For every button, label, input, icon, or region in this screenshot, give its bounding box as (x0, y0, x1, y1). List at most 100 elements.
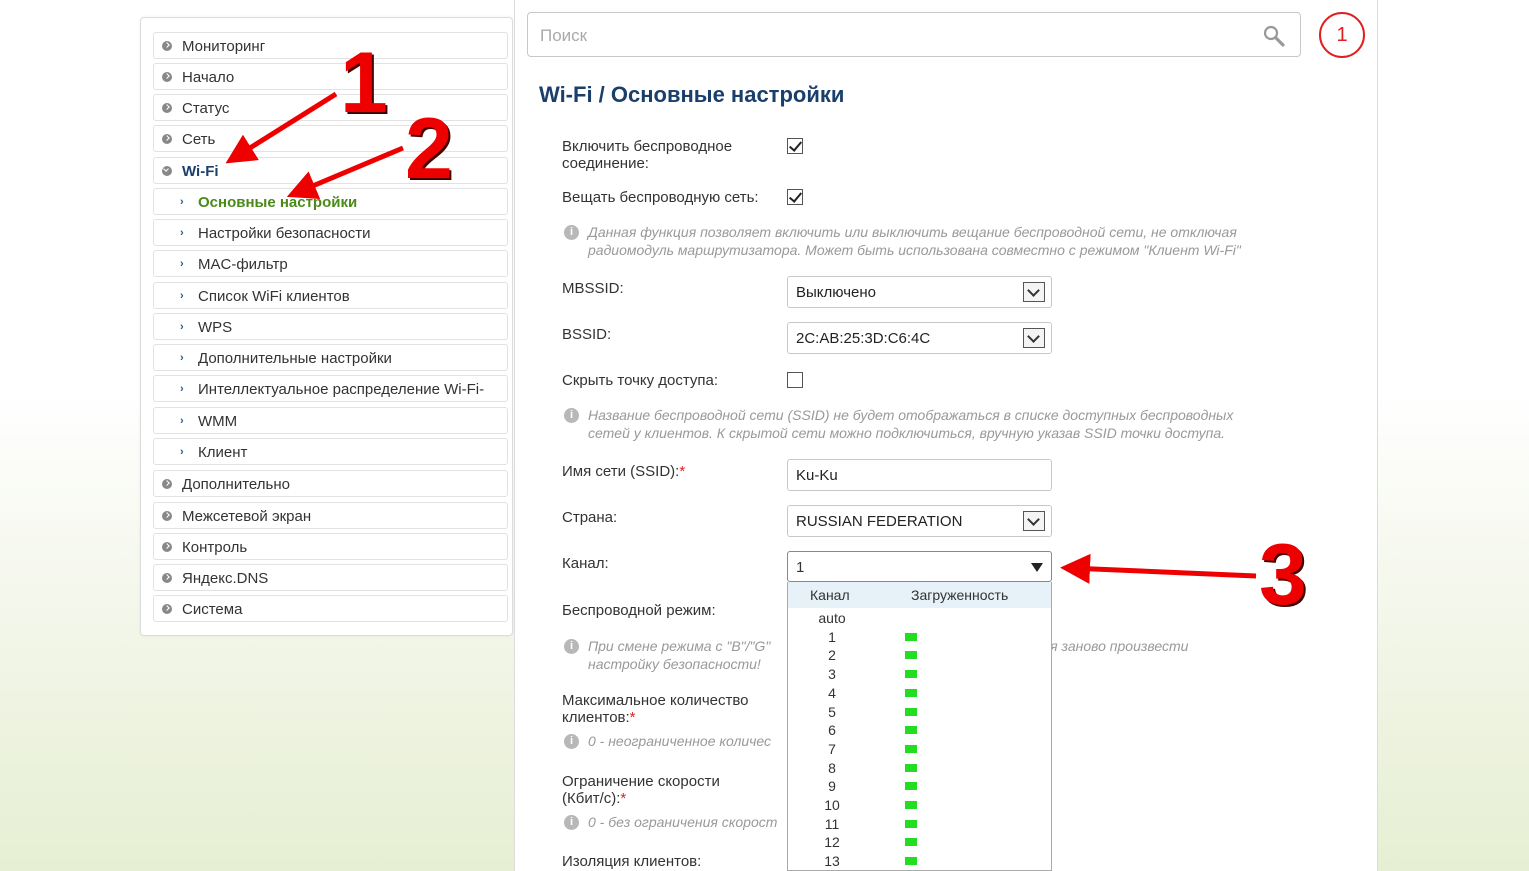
channel-option[interactable]: 1 (788, 628, 1051, 647)
channel-option-number: 8 (828, 759, 836, 776)
channel-option-number: 3 (828, 666, 836, 683)
channel-option[interactable]: 5 (788, 703, 1051, 722)
sidebar-item-status[interactable]: Статус (153, 94, 508, 121)
channel-option[interactable]: 2 (788, 646, 1051, 665)
sidebar-item-start[interactable]: Начало (153, 63, 508, 90)
broadcast-label: Вещать беспроводную сеть: (562, 189, 759, 206)
sidebar-subitem-security[interactable]: › Настройки безопасности (153, 219, 508, 246)
expand-circle-icon (162, 479, 172, 489)
mbssid-select[interactable]: Выключено (787, 276, 1052, 308)
wireless-mode-label: Беспроводной режим: (562, 602, 716, 619)
sidebar-item-wifi[interactable]: Wi-Fi (153, 157, 508, 184)
isolation-label: Изоляция клиентов: (562, 853, 702, 870)
channel-option[interactable]: 4 (788, 684, 1051, 703)
channel-option[interactable]: 9 (788, 777, 1051, 796)
channel-load-indicator (905, 801, 917, 809)
sidebar-item-firewall[interactable]: Межсетевой экран (153, 502, 508, 529)
mbssid-label: MBSSID: (562, 280, 624, 297)
enable-wireless-checkbox[interactable] (787, 138, 803, 154)
max-clients-label: Максимальное количество клиентов:* (562, 692, 749, 726)
sidebar-subitem-advanced[interactable]: › Дополнительные настройки (153, 344, 508, 371)
channel-option[interactable]: 3 (788, 665, 1051, 684)
channel-load-indicator (905, 763, 917, 772)
sidebar-subitem-wmm[interactable]: › WMM (153, 407, 508, 434)
channel-load-indicator (905, 782, 917, 791)
channel-select[interactable]: 1 (787, 551, 1052, 582)
channel-option-number: 6 (828, 722, 836, 739)
channel-load-indicator (905, 632, 917, 641)
enable-wireless-label: Включить беспроводное соединение: (562, 138, 733, 172)
channel-option-number: 9 (828, 778, 836, 795)
ssid-input[interactable]: Ku-Ku (787, 459, 1052, 491)
channel-load-indicator (905, 670, 917, 679)
chevron-right-icon: › (180, 258, 184, 270)
channel-dropdown-header: Канал Загруженность (788, 582, 1051, 608)
sidebar-subitem-smart-distribution[interactable]: › Интеллектуальное распределение Wi-Fi- (153, 375, 508, 402)
sidebar-subitem-mac-filter[interactable]: › MAC-фильтр (153, 250, 508, 277)
channel-option-number: 10 (824, 797, 840, 813)
country-select[interactable]: RUSSIAN FEDERATION (787, 505, 1052, 537)
speed-limit-label: Ограничение скорости (Кбит/с):* (562, 773, 720, 807)
channel-option-number: 7 (828, 740, 836, 757)
channel-option-number: 4 (828, 684, 836, 701)
sidebar-subitem-wifi-clients[interactable]: › Список WiFi клиентов (153, 282, 508, 309)
chevron-right-icon: › (180, 227, 184, 239)
triangle-down-icon (1031, 563, 1043, 572)
notifications-badge[interactable]: 1 (1319, 12, 1365, 58)
channel-option-number: 11 (824, 815, 840, 832)
channel-load-indicator (905, 651, 917, 660)
sidebar-item-network[interactable]: Сеть (153, 125, 508, 152)
expand-circle-icon (162, 72, 172, 82)
chevron-down-icon (1023, 511, 1045, 531)
expand-circle-icon (162, 134, 172, 144)
channel-option-number: 2 (828, 647, 836, 664)
info-icon: i (564, 734, 579, 749)
sidebar-subitem-client[interactable]: › Клиент (153, 438, 508, 465)
channel-load-indicator (905, 688, 917, 697)
channel-label: Канал: (562, 555, 609, 572)
chevron-right-icon: › (180, 352, 184, 364)
search-input[interactable] (538, 21, 1232, 50)
channel-option-number: 1 (828, 628, 836, 645)
channel-option[interactable]: 7 (788, 740, 1051, 759)
expand-circle-icon (162, 41, 172, 51)
sidebar-subitem-basic-settings[interactable]: › Основные настройки (153, 188, 508, 215)
annotation-number-1: 1 (340, 35, 388, 131)
sidebar-item-yandex-dns[interactable]: Яндекс.DNS (153, 564, 508, 591)
sidebar-subitem-wps[interactable]: › WPS (153, 313, 508, 340)
chevron-right-icon: › (180, 415, 184, 427)
chevron-right-icon: › (180, 196, 184, 208)
channel-option-number: 12 (824, 834, 840, 851)
sidebar-item-system[interactable]: Система (153, 595, 508, 622)
info-icon: i (564, 815, 579, 830)
sidebar-item-advanced[interactable]: Дополнительно (153, 470, 508, 497)
collapse-circle-icon (162, 166, 172, 176)
hide-ap-label: Скрыть точку доступа: (562, 372, 719, 389)
chevron-down-icon (1023, 282, 1045, 302)
sidebar-item-monitoring[interactable]: Мониторинг (153, 32, 508, 59)
hide-ap-checkbox[interactable] (787, 372, 803, 388)
channel-load-indicator (905, 726, 917, 735)
channel-option-number: 5 (828, 703, 836, 720)
chevron-down-icon (1023, 328, 1045, 348)
bssid-select[interactable]: 2C:AB:25:3D:C6:4C (787, 322, 1052, 354)
channel-load-indicator (905, 707, 917, 716)
channel-option[interactable]: 11 (788, 815, 1051, 834)
channel-option[interactable]: 12 (788, 833, 1051, 852)
channel-option[interactable]: 8 (788, 759, 1051, 778)
broadcast-checkbox[interactable] (787, 189, 803, 205)
sidebar-menu: Мониторинг Начало Статус Сеть Wi-Fi › Осн… (140, 17, 513, 636)
country-label: Страна: (562, 509, 618, 526)
search-box[interactable] (527, 12, 1301, 57)
channel-option[interactable]: 6 (788, 721, 1051, 740)
channel-option-number: 13 (824, 853, 840, 870)
channel-option[interactable]: 13 (788, 852, 1051, 870)
bssid-label: BSSID: (562, 326, 612, 343)
search-icon[interactable] (1262, 24, 1286, 48)
channel-option[interactable]: auto (788, 609, 1051, 628)
info-icon: i (564, 225, 579, 240)
channel-option[interactable]: 10 (788, 796, 1051, 815)
annotation-number-2: 2 (405, 101, 453, 197)
expand-circle-icon (162, 542, 172, 552)
sidebar-item-control[interactable]: Контроль (153, 533, 508, 560)
